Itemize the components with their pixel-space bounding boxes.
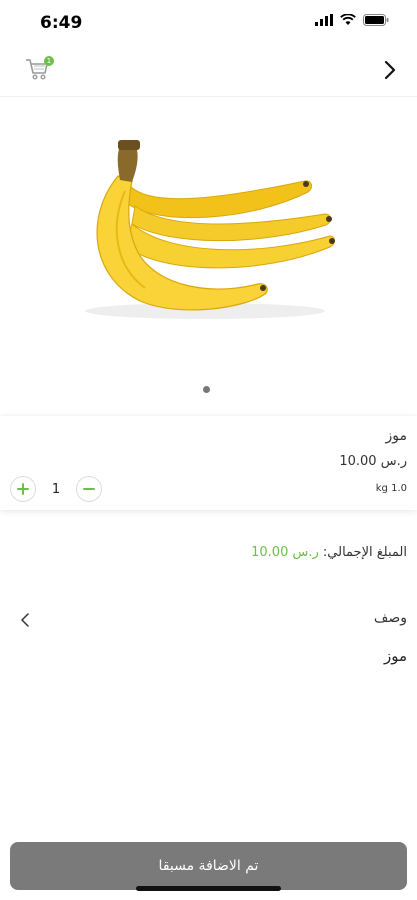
status-icons [315,14,389,26]
back-button[interactable] [383,60,401,80]
description-title: وصف [373,610,407,626]
banana-image [85,140,335,319]
plus-icon [17,483,29,495]
signal-icon [315,14,333,26]
status-time: 6:49 [40,13,83,33]
product-price: ر.س 10.00 [339,454,407,469]
product-name: موز [385,428,408,444]
minus-icon [83,488,95,490]
increase-button[interactable] [10,476,36,502]
carousel-dot[interactable] [203,386,210,393]
battery-icon [363,14,389,26]
product-weight: kg 1.0 [375,483,407,494]
product-card: موز ر.س 10.00 kg 1.0 1 [0,416,417,510]
cart-badge: 1 [44,56,54,66]
product-image [0,96,417,376]
status-bar: 6:49 [0,0,417,44]
wifi-icon [340,14,356,25]
chevron-left-icon [21,613,29,627]
total-row: المبلغ الإجمالي: ر.س 10.00 [251,545,407,560]
description-body: موز [383,647,407,665]
already-added-button[interactable]: تم الاضافة مسبقا [10,842,407,890]
nav-bar: 1 [0,44,417,97]
quantity-value: 1 [51,481,61,497]
description-row[interactable]: وصف [0,610,417,634]
quantity-stepper: 1 [10,476,102,502]
home-indicator [136,886,281,891]
total-label: المبلغ الإجمالي: [322,545,407,560]
chevron-right-icon [384,60,396,80]
cart-button[interactable]: 1 [24,56,54,84]
decrease-button[interactable] [76,476,102,502]
total-amount: ر.س 10.00 [251,545,319,560]
